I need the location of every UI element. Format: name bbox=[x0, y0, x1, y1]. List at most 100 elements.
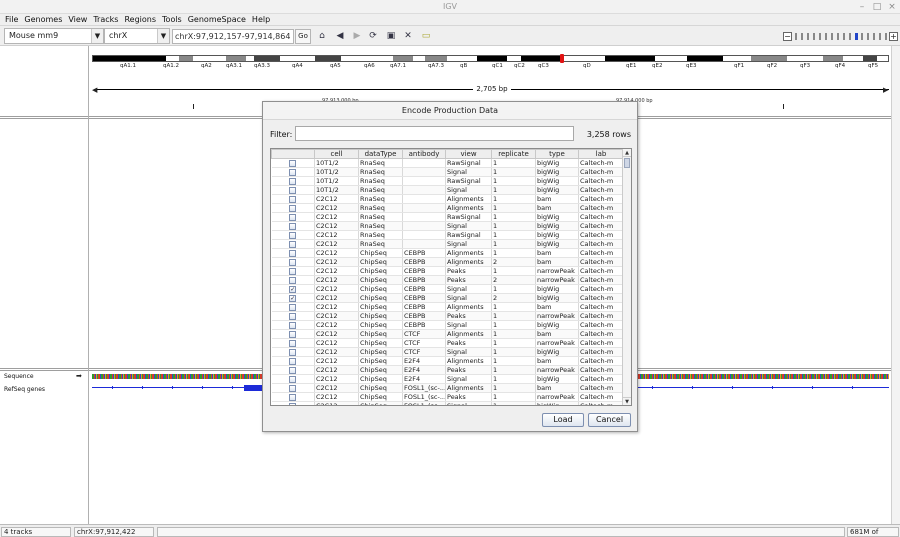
row-checkbox[interactable] bbox=[289, 249, 297, 257]
table-row[interactable]: C2C12 ChipSeq CEBPB Peaks 1 narrowPeak Caltech… bbox=[271, 311, 624, 321]
row-checkbox[interactable] bbox=[289, 204, 297, 212]
table-row[interactable]: C2C12 RnaSeq Signal 1 bigWig Caltech-m bbox=[271, 221, 624, 231]
table-row[interactable]: C2C12 ChipSeq FOSL1_(sc-... Signal 1 bigWig Ca… bbox=[271, 401, 624, 405]
scroll-thumb[interactable] bbox=[624, 158, 630, 168]
row-checkbox[interactable] bbox=[289, 231, 297, 239]
table-row[interactable]: C2C12 ChipSeq FOSL1_(sc-... Peaks 1 narrowPea… bbox=[271, 392, 624, 402]
table-row[interactable]: C2C12 ChipSeq CEBPB Alignments 2 bam Caltech-m bbox=[271, 257, 624, 267]
row-checkbox[interactable] bbox=[289, 357, 297, 365]
cancel-button[interactable]: Cancel bbox=[588, 413, 631, 427]
home-icon[interactable]: ⌂ bbox=[316, 30, 328, 42]
table-row[interactable]: C2C12 RnaSeq RawSignal 1 bigWig Caltech-m bbox=[271, 230, 624, 240]
menu-tools[interactable]: Tools bbox=[159, 14, 185, 26]
maximize-icon[interactable]: □ bbox=[871, 1, 883, 13]
gene-exon[interactable] bbox=[244, 385, 262, 391]
genome-select[interactable]: Mouse mm9 ▼ bbox=[4, 28, 104, 44]
column-header-view[interactable]: view bbox=[445, 149, 492, 159]
column-header-lab[interactable]: lab bbox=[578, 149, 624, 159]
row-checkbox[interactable] bbox=[289, 276, 297, 284]
row-checkbox[interactable] bbox=[289, 240, 297, 248]
row-checkbox[interactable] bbox=[289, 321, 297, 329]
encode-table[interactable]: cell dataType antibody view replicate type lab… bbox=[270, 148, 632, 406]
table-row[interactable]: 10T1/2 RnaSeq RawSignal 1 bigWig Caltech-m bbox=[271, 176, 624, 186]
strand-arrow-icon[interactable]: ➡ bbox=[76, 372, 82, 380]
row-checkbox[interactable]: ✓ bbox=[289, 285, 297, 293]
column-header-type[interactable]: type bbox=[535, 149, 579, 159]
row-checkbox[interactable] bbox=[289, 339, 297, 347]
row-checkbox[interactable]: ✓ bbox=[289, 294, 297, 302]
memory-usage[interactable]: 681M of 932M bbox=[847, 527, 899, 537]
table-row[interactable]: C2C12 ChipSeq CEBPB Alignments 1 bam Caltech-m bbox=[271, 248, 624, 258]
row-checkbox[interactable] bbox=[289, 267, 297, 275]
column-header-antibody[interactable]: antibody bbox=[402, 149, 446, 159]
table-row[interactable]: 10T1/2 RnaSeq Signal 1 bigWig Caltech-m bbox=[271, 167, 624, 177]
column-header-select[interactable] bbox=[271, 149, 315, 159]
table-row[interactable]: ✓ C2C12 ChipSeq CEBPB Signal 2 bigWig Caltech-m bbox=[271, 293, 624, 303]
table-row[interactable]: C2C12 ChipSeq CTCF Peaks 1 narrowPeak Caltech-… bbox=[271, 338, 624, 348]
zoom-in-icon[interactable]: + bbox=[889, 32, 898, 41]
row-checkbox[interactable] bbox=[289, 213, 297, 221]
table-row[interactable]: C2C12 ChipSeq FOSL1_(sc-... Alignments 1 bam C… bbox=[271, 383, 624, 393]
menu-genomespace[interactable]: GenomeSpace bbox=[185, 14, 249, 26]
row-checkbox[interactable] bbox=[289, 177, 297, 185]
locus-input[interactable]: chrX:97,912,157-97,914,864 bbox=[172, 29, 294, 44]
menu-file[interactable]: File bbox=[2, 14, 21, 26]
column-header-cell[interactable]: cell bbox=[314, 149, 359, 159]
row-checkbox[interactable] bbox=[289, 195, 297, 203]
forward-icon[interactable]: ▶ bbox=[351, 30, 363, 42]
table-row[interactable]: C2C12 ChipSeq CEBPB Peaks 1 narrowPeak Caltech… bbox=[271, 266, 624, 276]
row-checkbox[interactable] bbox=[289, 384, 297, 392]
zoom-slider[interactable] bbox=[795, 33, 887, 40]
table-row[interactable]: C2C12 ChipSeq E2F4 Peaks 1 narrowPeak Caltech-… bbox=[271, 365, 624, 375]
popup-info-icon[interactable]: ▭ bbox=[420, 30, 432, 42]
minimize-icon[interactable]: – bbox=[856, 1, 868, 13]
table-row[interactable]: C2C12 ChipSeq CEBPB Alignments 1 bam Caltech-m bbox=[271, 302, 624, 312]
row-checkbox[interactable] bbox=[289, 330, 297, 338]
table-row[interactable]: C2C12 ChipSeq E2F4 Signal 1 bigWig Caltech-m bbox=[271, 374, 624, 384]
row-checkbox[interactable] bbox=[289, 366, 297, 374]
row-checkbox[interactable] bbox=[289, 168, 297, 176]
table-row[interactable]: C2C12 RnaSeq Alignments 1 bam Caltech-m bbox=[271, 194, 624, 204]
refseq-track-label[interactable]: RefSeq genes bbox=[4, 386, 45, 393]
menu-help[interactable]: Help bbox=[249, 14, 273, 26]
close-icon[interactable]: × bbox=[886, 1, 898, 13]
scroll-down-icon[interactable]: ▼ bbox=[623, 397, 631, 405]
refresh-icon[interactable]: ⟳ bbox=[367, 30, 379, 42]
zoom-out-icon[interactable]: − bbox=[783, 32, 792, 41]
row-checkbox[interactable] bbox=[289, 186, 297, 194]
table-row[interactable]: C2C12 ChipSeq CTCF Alignments 1 bam Caltech-m bbox=[271, 329, 624, 339]
row-checkbox[interactable] bbox=[289, 375, 297, 383]
table-row[interactable]: C2C12 RnaSeq RawSignal 1 bigWig Caltech-m bbox=[271, 212, 624, 222]
menu-genomes[interactable]: Genomes bbox=[21, 14, 65, 26]
row-checkbox[interactable] bbox=[289, 159, 297, 167]
column-header-datatype[interactable]: dataType bbox=[358, 149, 403, 159]
table-row[interactable]: 10T1/2 RnaSeq Signal 1 bigWig Caltech-m bbox=[271, 185, 624, 195]
row-checkbox[interactable] bbox=[289, 303, 297, 311]
row-checkbox[interactable] bbox=[289, 222, 297, 230]
chromosome-ideogram[interactable] bbox=[92, 55, 889, 62]
table-row[interactable]: C2C12 ChipSeq CEBPB Peaks 2 narrowPeak Caltech… bbox=[271, 275, 624, 285]
table-row[interactable]: 10T1/2 RnaSeq RawSignal 1 bigWig Caltech-m bbox=[271, 158, 624, 168]
menu-view[interactable]: View bbox=[65, 14, 90, 26]
scroll-up-icon[interactable]: ▲ bbox=[623, 149, 631, 157]
table-scrollbar[interactable]: ▲ ▼ bbox=[622, 149, 631, 405]
table-row[interactable]: C2C12 ChipSeq CEBPB Signal 1 bigWig Caltech-m bbox=[271, 320, 624, 330]
row-checkbox[interactable] bbox=[289, 348, 297, 356]
row-checkbox[interactable] bbox=[289, 402, 297, 405]
row-checkbox[interactable] bbox=[289, 393, 297, 401]
table-row[interactable]: ✓ C2C12 ChipSeq CEBPB Signal 1 bigWig Caltech-m bbox=[271, 284, 624, 294]
chromosome-select[interactable]: chrX ▼ bbox=[104, 28, 170, 44]
sequence-track-label[interactable]: Sequence bbox=[4, 373, 34, 380]
row-checkbox[interactable] bbox=[289, 258, 297, 266]
table-row[interactable]: C2C12 ChipSeq E2F4 Alignments 1 bam Caltech-m bbox=[271, 356, 624, 366]
table-row[interactable]: C2C12 RnaSeq Alignments 1 bam Caltech-m bbox=[271, 203, 624, 213]
resize-icon[interactable]: ✕ bbox=[402, 30, 414, 42]
roi-icon[interactable]: ▣ bbox=[385, 30, 397, 42]
filter-input[interactable] bbox=[295, 126, 574, 141]
vertical-scrollbar[interactable] bbox=[891, 46, 900, 524]
back-icon[interactable]: ◀ bbox=[334, 30, 346, 42]
menu-regions[interactable]: Regions bbox=[121, 14, 159, 26]
table-row[interactable]: C2C12 ChipSeq CTCF Signal 1 bigWig Caltech-m bbox=[271, 347, 624, 357]
menu-tracks[interactable]: Tracks bbox=[90, 14, 121, 26]
go-button[interactable]: Go bbox=[295, 29, 311, 44]
